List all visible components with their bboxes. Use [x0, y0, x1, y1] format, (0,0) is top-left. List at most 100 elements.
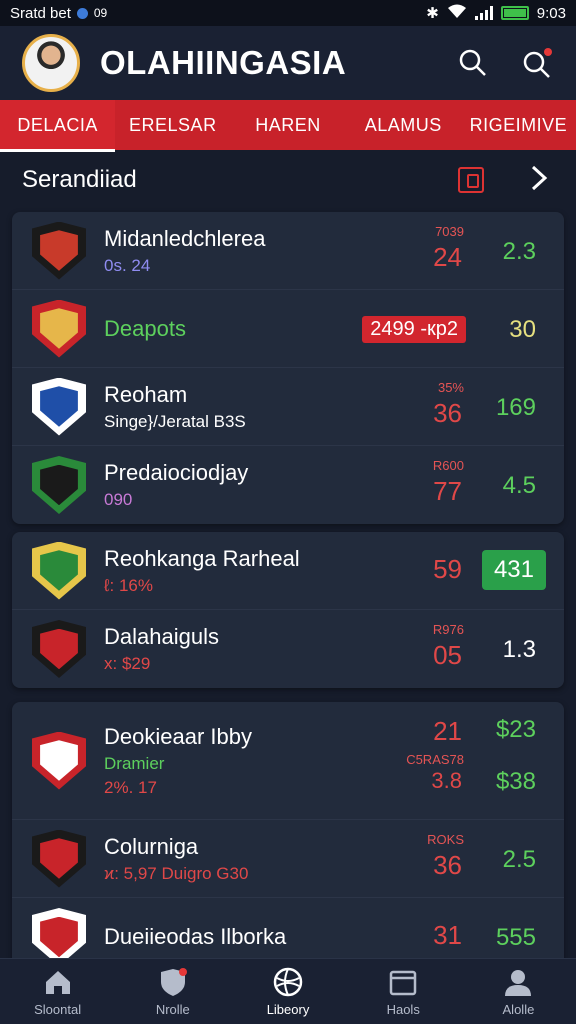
home-icon [45, 971, 70, 994]
team-info: Midanledchlerea 0s. 24 [104, 226, 265, 276]
team-name: Dalahaiguls [104, 624, 219, 649]
team-name: Dueiieodas Ilborka [104, 924, 287, 949]
status-bar: Sratd bet 09 ✱ 9:03 [0, 0, 576, 26]
calendar-icon[interactable] [458, 167, 484, 193]
odds-value[interactable]: 31 [433, 920, 462, 951]
rate-value[interactable]: $23 [496, 716, 536, 744]
team-info: Dalahaiguls x: $29 [104, 624, 219, 674]
team-subtext: 0s. 24 [104, 255, 151, 275]
rate-value[interactable]: 4.5 [503, 472, 536, 500]
rate-value[interactable]: 30 [509, 316, 536, 344]
odds-value[interactable]: 59 [433, 554, 462, 585]
odds-label: ROKS [427, 832, 464, 847]
odds-pill[interactable]: 2499 -кр2 [362, 316, 466, 343]
team-crest-icon [32, 456, 86, 514]
rate-value[interactable]: 431 [481, 550, 546, 590]
profile-icon [505, 970, 532, 996]
section-label: Serandiiad [22, 166, 137, 193]
chevron-right-icon[interactable] [530, 164, 548, 197]
search-icon[interactable] [456, 46, 490, 80]
team-crest-icon [32, 829, 86, 888]
team-name: Deokieaar Ibby [104, 723, 252, 749]
nav-label: Haols [386, 1002, 420, 1017]
team-subtext: ϰ: 5,97 Duigro G30 [104, 863, 249, 883]
team-crest-icon [32, 299, 86, 358]
team-name: Midanledchlerea [104, 225, 266, 251]
match-row[interactable]: Dalahaiguls x: $29 R976 05 1.3 [12, 610, 564, 688]
rate-value[interactable]: $38 [496, 768, 536, 796]
team-crest-icon [32, 221, 86, 280]
odds-value[interactable]: 05 [433, 640, 462, 671]
odds-label: R976 [432, 622, 464, 637]
notification-badge [544, 48, 552, 56]
tab-2[interactable]: HAREN [230, 100, 345, 150]
nav-label: Sloontal [34, 1002, 82, 1017]
team-info: Deapots [104, 316, 186, 342]
nav-profile[interactable]: Alolle [461, 959, 576, 1024]
avatar[interactable] [22, 34, 80, 92]
rate-value[interactable]: 555 [496, 924, 536, 952]
team-crest-icon [32, 620, 86, 678]
team-info: Deokieaar Ibby Dramier 2%. 17 [104, 724, 252, 798]
rate-value[interactable]: 1.3 [503, 636, 536, 664]
nav-label: Alolle [502, 1002, 535, 1017]
odds-value[interactable]: 36 [433, 850, 462, 881]
bluetooth-icon: ✱ [426, 5, 439, 22]
team-name: Reohkanga Rarheal [104, 545, 300, 571]
odds-value[interactable]: 3.8 [431, 768, 462, 794]
team-name: Reoham [104, 381, 188, 407]
team-name: Deapots [104, 315, 186, 341]
team-name: Colurniga [104, 833, 199, 859]
tab-3[interactable]: ALAMUS [346, 100, 461, 150]
team-name: Predaiociodjay [104, 460, 249, 485]
team-subtext: Singe}/Jeratal B3S [104, 411, 246, 431]
nav-label: Libeory [266, 1002, 310, 1017]
team-subtext: 090 [104, 490, 133, 509]
tab-4[interactable]: RIGEIMIVE [461, 100, 576, 150]
tab-1[interactable]: ERELSAR [115, 100, 230, 150]
tab-0[interactable]: DELACIA [0, 100, 116, 152]
header-actions [456, 46, 554, 80]
team-subtext-2: 2%. 17 [104, 777, 157, 797]
odds-label: R600 [432, 458, 464, 473]
team-info: Dueiieodas Ilborka [104, 924, 286, 950]
search-notification-icon[interactable] [520, 46, 554, 80]
match-row[interactable]: Deapots 2499 -кр2 30 [12, 290, 564, 368]
odds-value[interactable]: 24 [433, 242, 462, 273]
battery-icon [500, 6, 529, 20]
match-row[interactable]: Predaiociodjay 090 R600 77 4.5 [12, 446, 564, 524]
status-carrier: Sratd bet [10, 4, 71, 22]
match-row[interactable]: Midanledchlerea 0s. 24 7039 24 2.3 [12, 212, 564, 290]
odds-value[interactable]: 21 [433, 716, 462, 747]
match-card: Midanledchlerea 0s. 24 7039 24 2.3 Deapots 249… [12, 212, 564, 524]
team-info: Reohkanga Rarheal ℓ: 16% [104, 546, 300, 596]
app-header: OLAHIINGASIA [0, 26, 576, 100]
team-subtext: ℓ: 16% [104, 575, 153, 595]
team-info: Predaiociodjay 090 [104, 460, 248, 510]
section-header: Serandiiad [0, 150, 576, 210]
nav-library[interactable]: Libeory [230, 959, 345, 1024]
match-row[interactable]: Reohkanga Rarheal ℓ: 16% 59 431 [12, 532, 564, 610]
shield-icon [160, 968, 187, 996]
status-left: Sratd bet 09 [10, 5, 107, 22]
odds-value[interactable]: 77 [433, 476, 462, 507]
rate-value[interactable]: 2.5 [503, 846, 536, 874]
bottom-nav: Sloontal Nrolle Libeory Haols Alolle [0, 958, 576, 1024]
nav-matches[interactable]: Nrolle [115, 959, 230, 1024]
team-info: Colurniga ϰ: 5,97 Duigro G30 [104, 834, 248, 884]
tray-icon [389, 970, 417, 996]
rate-value[interactable]: 2.3 [503, 238, 536, 266]
ball-icon [273, 967, 303, 997]
nav-home[interactable]: Sloontal [0, 959, 115, 1024]
team-subtext: x: $29 [104, 654, 151, 673]
match-row[interactable]: Colurniga ϰ: 5,97 Duigro G30 ROKS 36 2.5 [12, 820, 564, 898]
nav-tray[interactable]: Haols [346, 959, 461, 1024]
rate-value[interactable]: 169 [496, 394, 536, 422]
match-row[interactable]: Reoham Singe}/Jeratal B3S 35% 36 169 [12, 368, 564, 446]
tab-bar: DELACIA ERELSAR HAREN ALAMUS RIGEIMIVE [0, 100, 576, 152]
odds-label: 35% [437, 380, 464, 395]
team-info: Reoham Singe}/Jeratal B3S [104, 382, 246, 432]
odds-value[interactable]: 36 [433, 398, 462, 429]
team-crest-icon [32, 377, 86, 436]
match-row[interactable]: Deokieaar Ibby Dramier 2%. 17 21 $23 C5RAS78 3… [12, 702, 564, 820]
